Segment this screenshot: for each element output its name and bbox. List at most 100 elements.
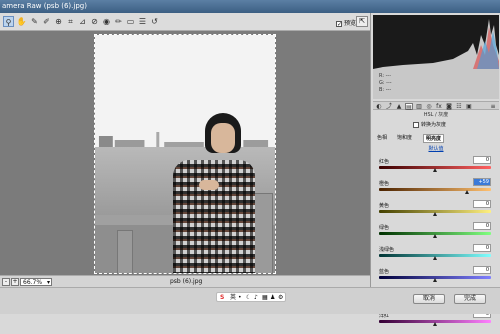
ime-item[interactable]: ⚙ [278,293,283,302]
window-title: amera Raw (psb (6).jpg) [2,2,87,10]
hsl-slider-row: 洋红 0 [379,310,497,334]
window-titlebar: amera Raw (psb (6).jpg) [0,0,500,13]
slider-value-input[interactable]: 0 [473,222,491,230]
preview-label: 预览 [344,20,357,27]
camera-cal-tab-icon[interactable]: ◙ [445,103,453,110]
ime-toolbar[interactable]: S 英 • ☾ ♪ ▦ ♟ ⚙ [216,292,286,302]
slider-value-input[interactable]: +59 [473,178,491,186]
hsl-tab-icon[interactable]: ▤ [405,103,413,111]
ime-logo[interactable]: S [220,293,224,302]
preview-checkbox-box[interactable]: ✓ [336,20,342,27]
spot-removal-icon[interactable]: ⊘ [89,16,100,27]
subtab-luminance[interactable]: 明亮度 [423,134,445,143]
effects-tab-icon[interactable]: fx [435,103,443,110]
photo-person-face [211,123,235,153]
rgb-readout: R: --- G: --- B: --- [373,69,499,99]
photo-preview [94,34,276,274]
chevron-down-icon: ▾ [46,279,50,286]
rotate-ccw-icon[interactable]: ↺ [149,16,160,27]
snapshots-tab-icon[interactable]: ▣ [465,103,473,110]
ime-item[interactable]: • [238,293,242,302]
grayscale-label: 转换为灰度 [421,122,447,128]
hsl-slider-row: 黄色 0 [379,200,497,224]
photo-post [117,230,133,273]
g-value: --- [386,80,392,86]
hsl-slider-row: 红色 0 [379,156,497,180]
ime-item[interactable]: 英 [230,293,236,302]
cancel-button[interactable]: 取消 [413,294,445,304]
hsl-subtabs: 色相 饱和度 明亮度 [377,133,495,143]
photo-person-shirt [173,160,255,273]
preview-canvas[interactable] [0,31,370,275]
slider-thumb[interactable] [465,190,470,194]
g-label: G: [379,80,385,86]
grayscale-checkbox[interactable]: 转换为灰度 [413,121,446,128]
slider-label: 红色 [379,159,390,165]
ime-item[interactable]: ☾ [246,293,251,302]
slider-thumb[interactable] [433,256,437,260]
photo-person-hand [199,180,219,190]
target-adjust-icon[interactable]: ⊕ [53,16,64,27]
slider-value-input[interactable]: 0 [473,266,491,274]
histogram [373,15,499,69]
panel-title: HSL / 灰度 [423,112,449,118]
crop-icon[interactable]: ⌗ [65,16,76,27]
grad-filter-icon[interactable]: ▭ [125,16,136,27]
slider-thumb[interactable] [433,168,437,172]
slider-thumb[interactable] [433,234,437,238]
split-tone-tab-icon[interactable]: ▥ [415,103,423,110]
basic-tab-icon[interactable]: ◐ [375,103,383,110]
panel-menu-icon[interactable]: ≡ [489,103,497,110]
preview-checkbox[interactable]: ✓ 预览 [336,18,356,27]
file-name: psb (6).jpg [170,278,203,285]
straighten-icon[interactable]: ⊿ [77,16,88,27]
status-bar: - + 66.7% ▾ psb (6).jpg [0,275,370,287]
b-label: B: [379,87,385,93]
slider-thumb[interactable] [433,212,437,216]
fullscreen-button[interactable]: ⇱ [356,16,368,27]
brush-icon[interactable]: ✏ [113,16,124,27]
slider-label: 黄色 [379,203,390,209]
hsl-slider-row: 橙色 +59 [379,178,497,202]
lens-tab-icon[interactable]: ◎ [425,103,433,110]
color-sampler-icon[interactable]: ✐ [41,16,52,27]
tone-curve-tab-icon[interactable]: ⤴ [385,103,393,110]
slider-label: 绿色 [379,225,390,231]
camera-raw-window: amera Raw (psb (6).jpg) ⚲ ✋ ✎ ✐ ⊕ ⌗ ⊿ ⊘ … [0,0,500,326]
slider-track[interactable] [379,188,491,191]
hand-icon[interactable]: ✋ [16,16,27,27]
panel-tabs: ◐ ⤴ ▲ ▤ ▥ ◎ fx ◙ ☷ ▣ ≡ [373,101,499,111]
done-button[interactable]: 完成 [454,294,486,304]
slider-thumb[interactable] [433,278,437,282]
grayscale-checkbox-box[interactable] [413,121,419,128]
eyedropper-icon[interactable]: ✎ [29,16,40,27]
ime-item[interactable]: ▦ [262,293,268,302]
subtab-saturation[interactable]: 饱和度 [397,134,412,141]
slider-label: 橙色 [379,181,390,187]
ime-item[interactable]: ♪ [254,293,258,302]
slider-thumb[interactable] [433,322,437,326]
zoom-in-button[interactable]: + [11,278,19,286]
slider-label: 浅绿色 [379,247,395,253]
subtab-hue[interactable]: 色相 [377,134,387,141]
zoom-icon[interactable]: ⚲ [3,16,14,27]
b-value: --- [385,87,392,93]
r-value: --- [385,73,392,79]
slider-value-input[interactable]: 0 [473,200,491,208]
defaults-link[interactable]: 默认值 [373,145,499,152]
detail-tab-icon[interactable]: ▲ [395,103,403,110]
bottom-bar: S 英 • ☾ ♪ ▦ ♟ ⚙ 取消 完成 [0,287,500,314]
slider-label: 蓝色 [379,269,390,275]
redeye-icon[interactable]: ◉ [101,16,112,27]
slider-value-input[interactable]: 0 [473,244,491,252]
hsl-slider-row: 浅绿色 0 [379,244,497,268]
presets-tab-icon[interactable]: ☷ [455,103,463,110]
slider-value-input[interactable]: 0 [473,156,491,164]
zoom-value: 66.7% [23,279,43,286]
ime-item[interactable]: ♟ [270,293,275,302]
zoom-out-button[interactable]: - [2,278,10,286]
zoom-select[interactable]: 66.7% ▾ [20,278,52,286]
hsl-slider-row: 绿色 0 [379,222,497,246]
prefs-icon[interactable]: ☰ [137,16,148,27]
adjust-sidebar: R: --- G: --- B: --- ◐ ⤴ ▲ ▤ ▥ ◎ fx ◙ ☷ … [370,13,500,326]
